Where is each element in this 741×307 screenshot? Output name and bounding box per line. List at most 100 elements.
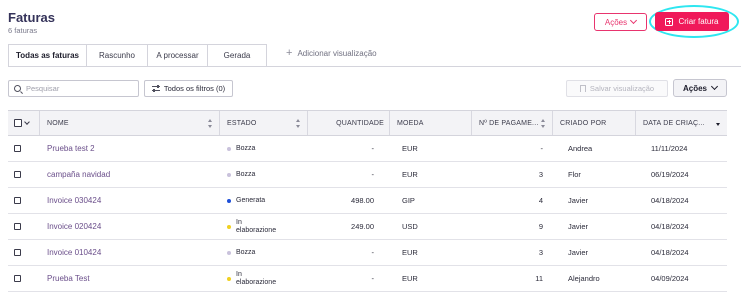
- add-view-label: Adicionar visualização: [297, 48, 377, 58]
- tabs-divider: [8, 66, 741, 67]
- select-all-header[interactable]: [8, 111, 40, 135]
- invoice-name-link[interactable]: Invoice 010424: [47, 248, 101, 257]
- save-view-button[interactable]: Salvar visualização: [566, 80, 668, 97]
- column-header-name[interactable]: NOME: [40, 111, 220, 135]
- column-header-payments[interactable]: Nº DE PAGAME...: [472, 111, 553, 135]
- sort-icon[interactable]: [541, 119, 546, 128]
- row-checkbox[interactable]: [14, 249, 21, 256]
- table-row[interactable]: Prueba test 2 Bozza - EUR - Andrea 11/11/2024: [8, 136, 727, 162]
- amount-cell: -: [371, 274, 375, 283]
- status-dot-icon: [227, 172, 231, 177]
- column-header-label: MOEDA: [397, 119, 424, 127]
- row-select-cell: [8, 136, 40, 161]
- search-input[interactable]: [26, 84, 136, 93]
- sort-icon[interactable]: [296, 119, 301, 128]
- payments-cell: -: [540, 144, 544, 153]
- currency-cell: EUR: [402, 170, 418, 179]
- created-by-cell: Javier: [568, 196, 589, 205]
- table-row[interactable]: campaña navidad Bozza - EUR 3 Flor 06/19/2024: [8, 162, 727, 188]
- status-badge: Generata: [227, 197, 280, 205]
- status-badge: Bozza: [227, 171, 280, 179]
- column-header-currency[interactable]: MOEDA: [390, 111, 472, 135]
- currency-cell: GIP: [402, 196, 415, 205]
- invoice-name-link[interactable]: campaña navidad: [47, 170, 110, 179]
- status-badge: Bozza: [227, 249, 280, 257]
- select-all-checkbox[interactable]: [14, 119, 22, 127]
- amount-cell: -: [371, 170, 375, 179]
- created-by-cell: Alejandro: [568, 274, 600, 283]
- status-cell: In elaborazione: [220, 266, 308, 291]
- column-header-label: NOME: [47, 119, 69, 127]
- row-checkbox[interactable]: [14, 275, 21, 282]
- row-checkbox[interactable]: [14, 223, 21, 230]
- column-header-label: Nº DE PAGAME...: [479, 119, 539, 127]
- table-row[interactable]: Prueba Test In elaborazione - EUR 11 Alejandr…: [8, 266, 727, 292]
- column-header-created-at[interactable]: DATA DE CRIAÇ...: [636, 111, 727, 135]
- tab-gerada[interactable]: Gerada: [207, 44, 267, 66]
- column-header-label: ESTADO: [227, 119, 257, 127]
- status-badge: In elaborazione: [227, 271, 280, 287]
- status-dot-icon: [227, 198, 231, 203]
- row-checkbox[interactable]: [14, 145, 21, 152]
- status-dot-icon: [227, 146, 231, 151]
- currency-cell: EUR: [402, 248, 418, 257]
- payments-cell: 4: [538, 196, 543, 205]
- amount-cell: -: [371, 144, 375, 153]
- status-cell: Bozza: [220, 240, 308, 265]
- invoice-name-link[interactable]: Invoice 030424: [47, 196, 101, 205]
- status-label: Bozza: [236, 144, 256, 152]
- invoice-count: 6 faturas: [8, 26, 38, 35]
- actions-dropdown-button[interactable]: Ações: [594, 13, 647, 31]
- filter-sliders-icon: [151, 85, 160, 92]
- row-checkbox[interactable]: [14, 197, 21, 204]
- all-filters-button[interactable]: Todos os filtros (0): [144, 80, 233, 97]
- sort-desc-icon[interactable]: [716, 119, 721, 128]
- column-header-label: DATA DE CRIAÇ...: [643, 119, 705, 127]
- invoice-name-link[interactable]: Prueba Test: [47, 274, 90, 283]
- column-header-created-by[interactable]: CRIADO POR: [553, 111, 636, 135]
- column-header-status[interactable]: ESTADO: [220, 111, 308, 135]
- invoice-name-link[interactable]: Invoice 020424: [47, 222, 101, 231]
- status-label: Bozza: [236, 170, 256, 178]
- column-header-label: QUANTIDADE: [336, 119, 384, 127]
- status-badge: In elaborazione: [227, 219, 280, 235]
- row-select-cell: [8, 214, 40, 239]
- amount-cell: 249.00: [351, 222, 374, 231]
- created-at-cell: 04/18/2024: [651, 248, 689, 257]
- create-invoice-button[interactable]: Criar fatura: [655, 12, 729, 31]
- name-cell: Invoice 010424: [40, 240, 220, 265]
- bookmark-icon: [579, 85, 586, 92]
- created-by-cell: Flor: [568, 170, 581, 179]
- tab-todas-as-faturas[interactable]: Todas as faturas: [8, 44, 87, 66]
- table-actions-label: Ações: [682, 83, 707, 93]
- table-row[interactable]: Invoice 010424 Bozza - EUR 3 Javier 04/18/2024: [8, 240, 727, 266]
- created-by-cell: Javier: [568, 222, 589, 231]
- status-cell: Bozza: [220, 162, 308, 187]
- row-select-cell: [8, 266, 40, 291]
- status-dot-icon: [227, 250, 231, 255]
- search-field[interactable]: [8, 80, 139, 97]
- name-cell: Prueba test 2: [40, 136, 220, 161]
- tab-rascunho[interactable]: Rascunho: [86, 44, 148, 66]
- payments-cell: 3: [538, 170, 543, 179]
- row-checkbox[interactable]: [14, 171, 21, 178]
- column-header-amount[interactable]: QUANTIDADE: [308, 111, 390, 135]
- table-actions-button[interactable]: Ações: [673, 79, 727, 97]
- table-row[interactable]: Invoice 030424 Generata 498.00 GIP 4 Javier 04…: [8, 188, 727, 214]
- all-filters-label: Todos os filtros (0): [163, 84, 226, 93]
- add-view-button[interactable]: + Adicionar visualização: [286, 47, 377, 59]
- status-cell: In elaborazione: [220, 214, 308, 239]
- actions-label: Ações: [604, 17, 628, 27]
- amount-cell: -: [371, 248, 375, 257]
- tab-a-processar[interactable]: A processar: [147, 44, 208, 66]
- status-label: In elaborazione: [236, 218, 277, 234]
- status-label: Generata: [236, 196, 266, 204]
- table-row[interactable]: Invoice 020424 In elaborazione 249.00 USD 9 J…: [8, 214, 727, 240]
- created-at-cell: 11/11/2024: [651, 144, 688, 153]
- chevron-down-icon[interactable]: [24, 118, 30, 125]
- table-header: NOME ESTADO QUANTIDADE MOEDA Nº DE PAGAM…: [8, 110, 727, 136]
- created-by-cell: Andrea: [568, 144, 593, 153]
- name-cell: Invoice 020424: [40, 214, 220, 239]
- sort-icon[interactable]: [208, 119, 213, 128]
- invoice-name-link[interactable]: Prueba test 2: [47, 144, 95, 153]
